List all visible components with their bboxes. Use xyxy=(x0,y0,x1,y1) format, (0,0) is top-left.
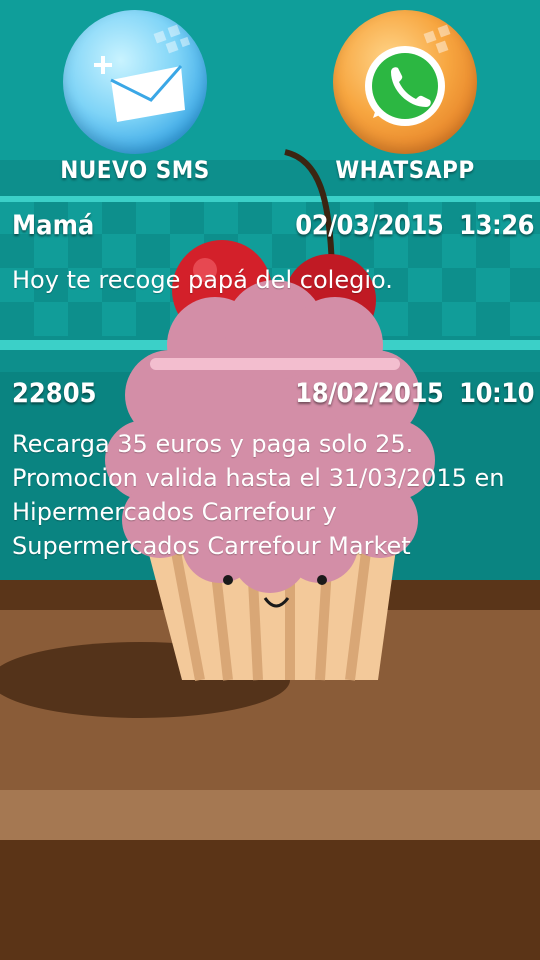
whatsapp-icon xyxy=(333,10,477,154)
message-date: 02/03/2015 xyxy=(295,210,444,241)
message-text: Recarga 35 euros y paga solo 25. Promoci… xyxy=(12,430,505,560)
message-time: 13:26 xyxy=(459,210,534,241)
message-header: 22805 18/02/2015 10:10 xyxy=(0,378,540,409)
sms-envelope-icon xyxy=(63,10,207,154)
whatsapp-button[interactable]: WHATSAPP xyxy=(330,10,480,184)
message-sender: Mamá xyxy=(12,210,95,241)
message-card[interactable]: 22805 18/02/2015 10:10 Recarga 35 euros … xyxy=(0,378,540,563)
message-header: Mamá 02/03/2015 13:26 xyxy=(0,210,540,241)
message-time: 10:10 xyxy=(459,378,534,409)
message-datetime: 02/03/2015 13:26 xyxy=(295,210,534,241)
message-card[interactable]: Mamá 02/03/2015 13:26 Hoy te recoge papá… xyxy=(0,210,540,297)
message-datetime: 18/02/2015 10:10 xyxy=(295,378,534,409)
message-sender: 22805 xyxy=(12,378,97,409)
new-sms-label: NUEVO SMS xyxy=(60,156,210,184)
new-sms-button[interactable]: NUEVO SMS xyxy=(60,10,210,184)
message-text: Hoy te recoge papá del colegio. xyxy=(12,266,393,294)
whatsapp-label: WHATSAPP xyxy=(335,156,475,184)
message-date: 18/02/2015 xyxy=(295,378,444,409)
